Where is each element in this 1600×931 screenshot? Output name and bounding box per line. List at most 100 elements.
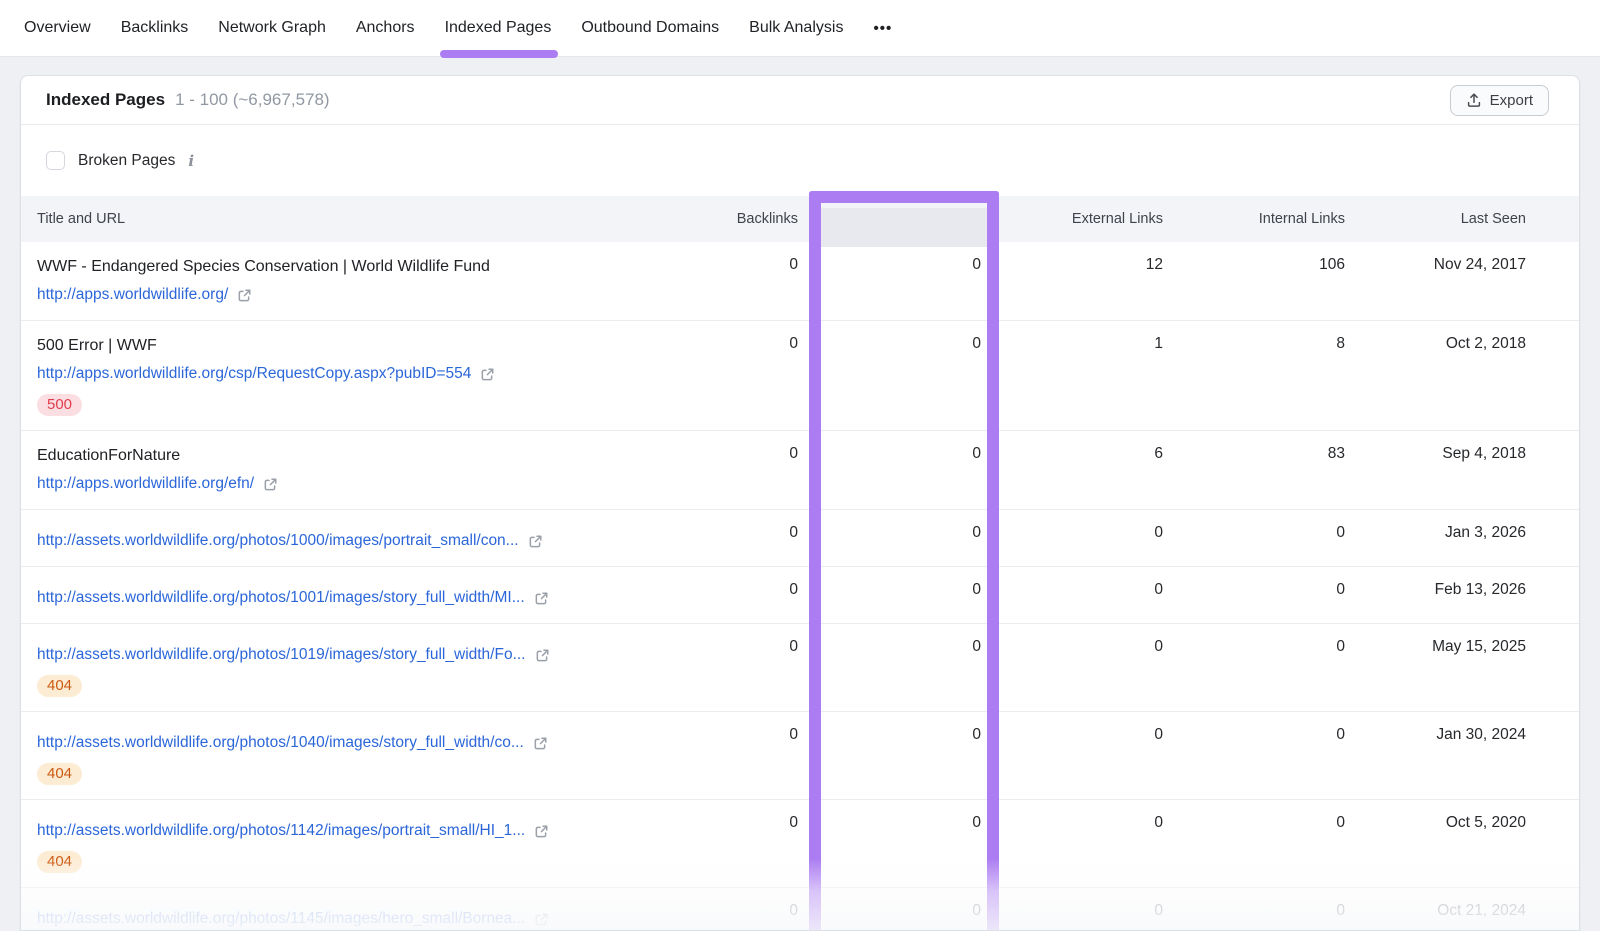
- table-row[interactable]: http://assets.worldwildlife.org/photos/1…: [21, 567, 1579, 624]
- backlinks-value: 0: [638, 242, 798, 320]
- column-header-external-links[interactable]: External Links: [981, 211, 1163, 227]
- domains-value: 0: [798, 510, 981, 566]
- table-header-row: Title and URL Backlinks Domains External…: [21, 196, 1579, 242]
- domains-value: 0: [798, 567, 981, 623]
- column-header-title-url[interactable]: Title and URL: [21, 211, 638, 227]
- broken-pages-checkbox[interactable]: [46, 151, 65, 170]
- last-seen-value: Feb 13, 2026: [1345, 567, 1526, 623]
- table-row[interactable]: WWF - Endangered Species Conservation | …: [21, 242, 1579, 321]
- tab-overview[interactable]: Overview: [24, 0, 91, 56]
- column-header-backlinks[interactable]: Backlinks: [638, 211, 798, 227]
- column-header-domains[interactable]: Domains: [798, 211, 981, 227]
- column-header-last-seen[interactable]: Last Seen: [1345, 211, 1526, 227]
- page-url-link[interactable]: http://assets.worldwildlife.org/photos/1…: [37, 732, 524, 754]
- backlinks-value: 0: [638, 431, 798, 509]
- title-url-cell: http://assets.worldwildlife.org/photos/1…: [21, 712, 638, 799]
- tab-outbound-domains[interactable]: Outbound Domains: [581, 0, 719, 56]
- external-link-icon[interactable]: [534, 824, 549, 839]
- external-links-value: 0: [981, 888, 1163, 931]
- table-row[interactable]: 500 Error | WWF http://apps.worldwildlif…: [21, 321, 1579, 431]
- page-url-link[interactable]: http://assets.worldwildlife.org/photos/1…: [37, 644, 526, 666]
- table-row[interactable]: http://assets.worldwildlife.org/photos/1…: [21, 888, 1579, 931]
- last-seen-value: May 15, 2025: [1345, 624, 1526, 711]
- domains-value: 0: [798, 624, 981, 711]
- broken-pages-label: Broken Pages: [78, 152, 175, 170]
- page-url-link[interactable]: http://assets.worldwildlife.org/photos/1…: [37, 587, 525, 609]
- last-seen-value: Nov 24, 2017: [1345, 242, 1526, 320]
- table-row[interactable]: EducationForNature http://apps.worldwild…: [21, 431, 1579, 510]
- tab-network-graph[interactable]: Network Graph: [218, 0, 326, 56]
- page-url-link[interactable]: http://apps.worldwildlife.org/efn/: [37, 473, 254, 495]
- title-url-cell: http://assets.worldwildlife.org/photos/1…: [21, 510, 638, 566]
- status-code-badge: 404: [37, 851, 82, 873]
- page-url-link[interactable]: http://apps.worldwildlife.org/csp/Reques…: [37, 363, 471, 385]
- backlinks-value: 0: [638, 321, 798, 430]
- export-upload-icon: [1466, 92, 1482, 108]
- last-seen-value: Oct 5, 2020: [1345, 800, 1526, 887]
- page-title-text: WWF - Endangered Species Conservation | …: [37, 256, 618, 278]
- external-links-value: 6: [981, 431, 1163, 509]
- table-row[interactable]: http://assets.worldwildlife.org/photos/1…: [21, 510, 1579, 567]
- tab-label: Indexed Pages: [445, 19, 552, 37]
- tab-anchors[interactable]: Anchors: [356, 0, 415, 56]
- export-button[interactable]: Export: [1450, 85, 1549, 116]
- tab-indexed-pages[interactable]: Indexed Pages: [445, 0, 552, 56]
- internal-links-value: 83: [1163, 431, 1345, 509]
- table-row[interactable]: http://assets.worldwildlife.org/photos/1…: [21, 624, 1579, 712]
- ellipsis-icon: •••: [873, 20, 892, 37]
- backlinks-value: 0: [638, 567, 798, 623]
- external-link-icon[interactable]: [534, 591, 549, 606]
- result-range: 1 - 100 (~6,967,578): [175, 90, 330, 110]
- status-code-badge: 500: [37, 394, 82, 416]
- table-row[interactable]: http://assets.worldwildlife.org/photos/1…: [21, 800, 1579, 888]
- domains-value: 0: [798, 431, 981, 509]
- backlinks-value: 0: [638, 624, 798, 711]
- page-title: Indexed Pages: [46, 90, 165, 110]
- external-links-value: 0: [981, 800, 1163, 887]
- title-url-cell: http://assets.worldwildlife.org/photos/1…: [21, 624, 638, 711]
- export-label: Export: [1490, 92, 1533, 109]
- status-code-badge: 404: [37, 763, 82, 785]
- external-link-icon[interactable]: [480, 367, 495, 382]
- column-header-internal-links[interactable]: Internal Links: [1163, 211, 1345, 227]
- indexed-pages-card: Indexed Pages 1 - 100 (~6,967,578) Expor…: [20, 75, 1580, 931]
- external-link-icon[interactable]: [528, 534, 543, 549]
- last-seen-value: Jan 30, 2024: [1345, 712, 1526, 799]
- more-tabs-icon[interactable]: •••: [873, 0, 892, 56]
- status-code-badge: 404: [37, 675, 82, 697]
- title-url-cell: EducationForNature http://apps.worldwild…: [21, 431, 638, 509]
- last-seen-value: Oct 2, 2018: [1345, 321, 1526, 430]
- page-url-link[interactable]: http://apps.worldwildlife.org/: [37, 284, 228, 306]
- domains-value: 0: [798, 712, 981, 799]
- external-links-value: 1: [981, 321, 1163, 430]
- tab-label: Backlinks: [121, 19, 189, 37]
- domains-value: 0: [798, 800, 981, 887]
- domains-value: 0: [798, 321, 981, 430]
- page-url-link[interactable]: http://assets.worldwildlife.org/photos/1…: [37, 908, 525, 930]
- table-row[interactable]: http://assets.worldwildlife.org/photos/1…: [21, 712, 1579, 800]
- tab-backlinks[interactable]: Backlinks: [121, 0, 189, 56]
- external-link-icon[interactable]: [263, 477, 278, 492]
- internal-links-value: 0: [1163, 800, 1345, 887]
- internal-links-value: 0: [1163, 510, 1345, 566]
- page-url-link[interactable]: http://assets.worldwildlife.org/photos/1…: [37, 530, 519, 552]
- page-title-text: 500 Error | WWF: [37, 335, 618, 357]
- domains-value: 0: [798, 888, 981, 931]
- title-url-cell: WWF - Endangered Species Conservation | …: [21, 242, 638, 320]
- title-url-cell: http://assets.worldwildlife.org/photos/1…: [21, 888, 638, 931]
- title-url-cell: http://assets.worldwildlife.org/photos/1…: [21, 800, 638, 887]
- internal-links-value: 0: [1163, 624, 1345, 711]
- page-url-link[interactable]: http://assets.worldwildlife.org/photos/1…: [37, 820, 525, 842]
- report-tabs-bar: Overview Backlinks Network Graph Anchors…: [0, 0, 1600, 57]
- external-link-icon[interactable]: [535, 648, 550, 663]
- external-links-value: 0: [981, 510, 1163, 566]
- external-link-icon[interactable]: [534, 912, 549, 927]
- title-url-cell: 500 Error | WWF http://apps.worldwildlif…: [21, 321, 638, 430]
- internal-links-value: 8: [1163, 321, 1345, 430]
- card-header: Indexed Pages 1 - 100 (~6,967,578) Expor…: [21, 76, 1579, 125]
- tab-bulk-analysis[interactable]: Bulk Analysis: [749, 0, 843, 56]
- external-link-icon[interactable]: [533, 736, 548, 751]
- external-link-icon[interactable]: [237, 288, 252, 303]
- domains-value: 0: [798, 242, 981, 320]
- info-icon[interactable]: i: [188, 152, 194, 170]
